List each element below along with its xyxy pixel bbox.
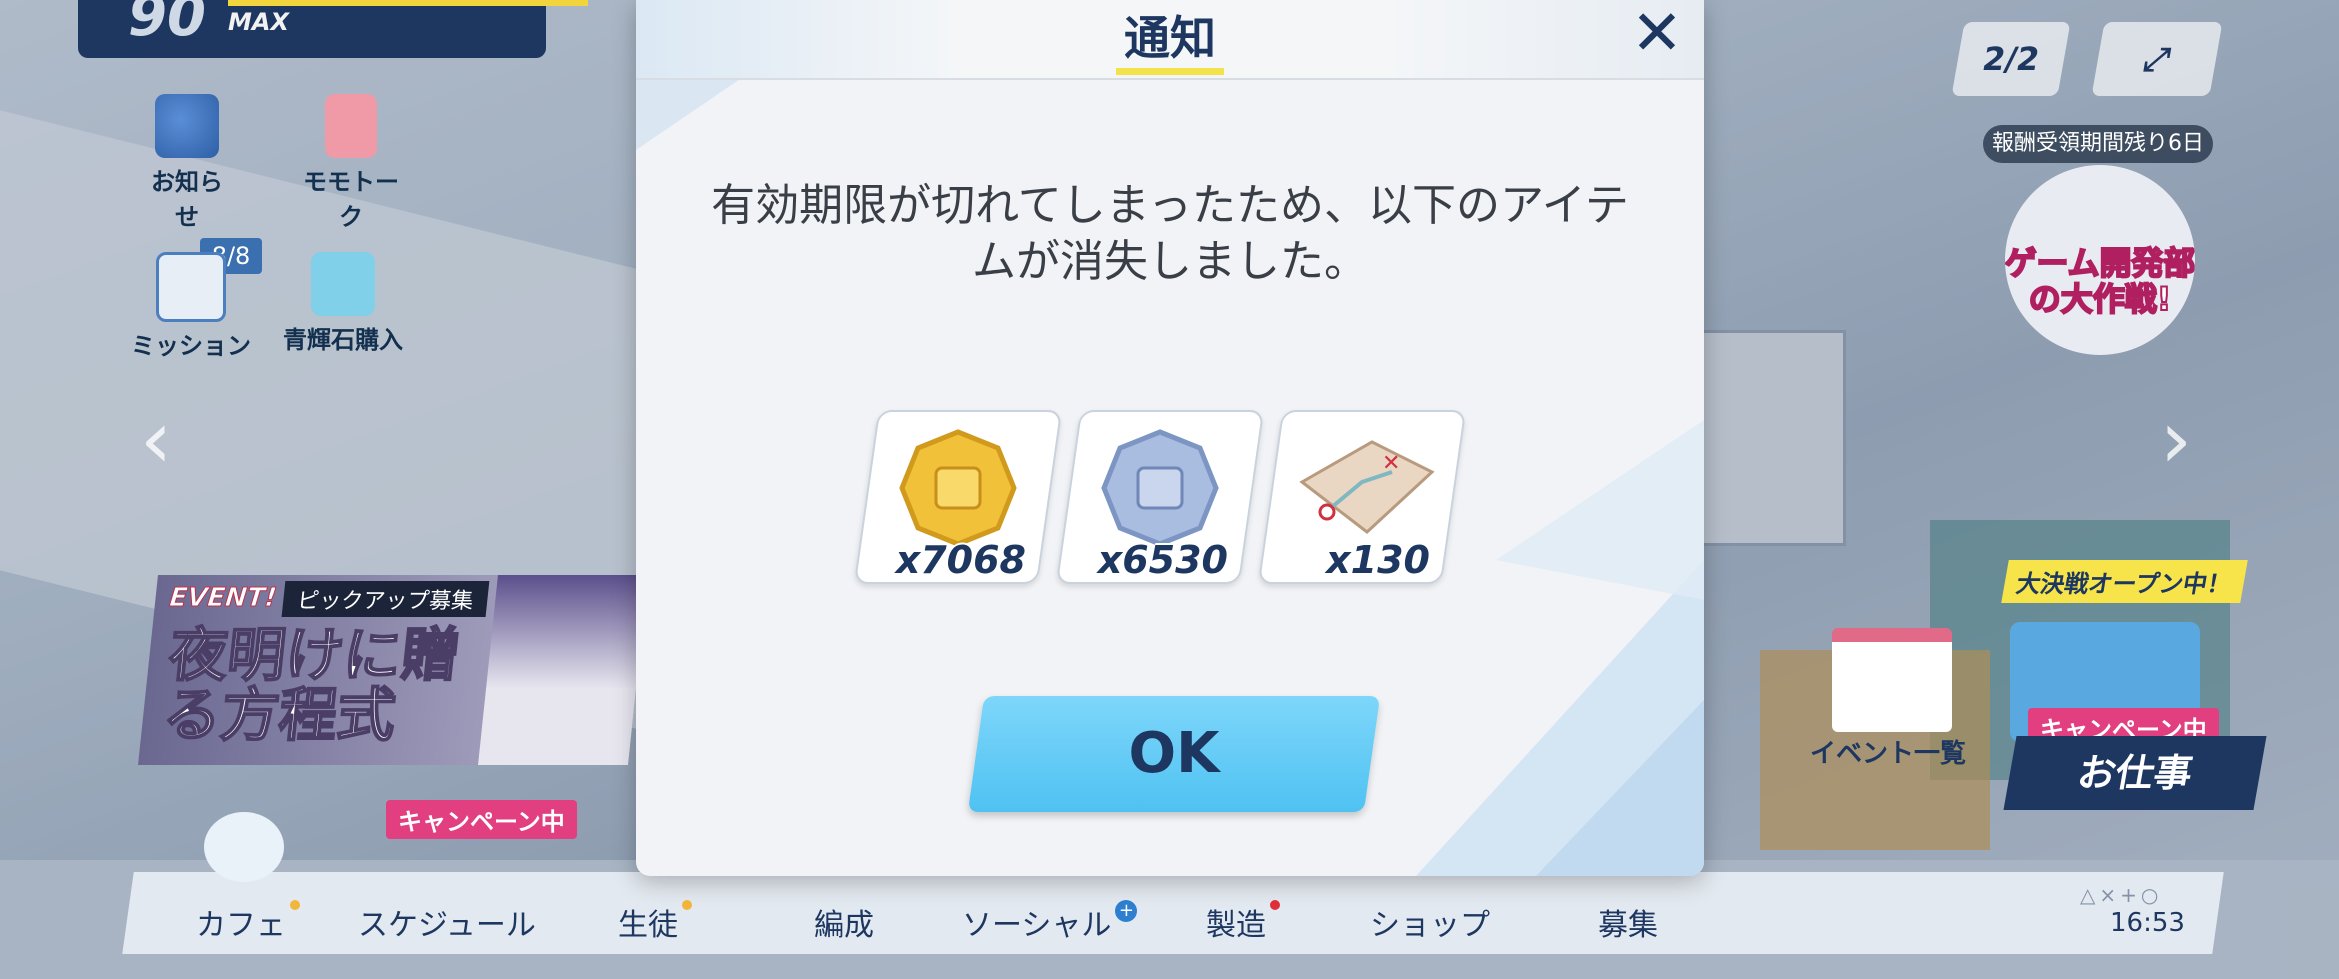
item-quantity: x130 xyxy=(1326,538,1430,582)
item-quantity: x7068 xyxy=(895,538,1026,582)
expand-icon: ⤢ xyxy=(2140,40,2174,78)
dialog-title: 通知 xyxy=(1124,11,1216,65)
exp-bar xyxy=(228,0,588,6)
arrow-left-icon[interactable]: ‹ xyxy=(140,400,180,480)
clock: 16:53 xyxy=(2110,908,2185,938)
nav-formation[interactable]: 編成 xyxy=(814,900,874,944)
mission-button[interactable]: ミッション xyxy=(126,252,256,361)
plus-icon: + xyxy=(1115,900,1138,922)
fullscreen-button[interactable]: ⤢ xyxy=(2091,22,2223,96)
ok-label: OK xyxy=(1128,721,1220,786)
close-icon[interactable]: ✕ xyxy=(1626,2,1688,64)
schedule-campaign-tag: キャンペーン中 xyxy=(386,800,577,839)
shopping-bag-icon xyxy=(311,252,375,316)
event-tag: EVENT! xyxy=(167,583,279,614)
event-banner[interactable]: EVENT! ピックアップ募集 夜明けに贈る方程式 xyxy=(138,575,648,765)
nav-cafe[interactable]: カフェ xyxy=(196,900,300,944)
item-card[interactable]: ✕ x130 xyxy=(1257,410,1467,584)
nav-crafting-label: 製造 xyxy=(1206,908,1266,943)
calendar-icon[interactable] xyxy=(1832,628,1952,732)
notification-dot xyxy=(682,900,692,910)
decisive-battle-tag: 大決戦オープン中！ xyxy=(2001,560,2248,603)
nav-schedule-label: スケジュール xyxy=(358,908,536,943)
ok-button[interactable]: OK xyxy=(967,696,1381,812)
level-panel: 90 MAX xyxy=(78,0,588,58)
notice-label: お知らせ xyxy=(151,168,223,231)
pyroxene-label: 青輝石購入 xyxy=(283,326,403,354)
item-card[interactable]: x7068 xyxy=(853,410,1063,584)
notice-button[interactable]: お知らせ xyxy=(142,94,232,232)
svg-text:✕: ✕ xyxy=(1382,451,1400,476)
nav-formation-label: 編成 xyxy=(814,908,874,943)
reward-period-tag: 報酬受領期間残り6日 xyxy=(1983,125,2213,163)
item-card[interactable]: x6530 xyxy=(1055,410,1265,584)
pyroxene-shop-button[interactable]: 青輝石購入 xyxy=(278,252,408,355)
nav-students-label: 生徒 xyxy=(618,908,678,943)
nav-crafting[interactable]: 製造 xyxy=(1206,900,1280,944)
phone-icon xyxy=(325,94,377,158)
controller-symbols: △×+○ xyxy=(2080,883,2163,907)
nav-students[interactable]: 生徒 xyxy=(618,900,692,944)
notification-dot xyxy=(290,900,300,910)
arrow-right-icon[interactable]: › xyxy=(2160,400,2200,480)
nav-shop[interactable]: ショップ xyxy=(1370,900,1490,944)
nav-schedule[interactable]: スケジュール xyxy=(358,900,536,944)
pickup-tag: ピックアップ募集 xyxy=(281,581,490,617)
item-quantity: x6530 xyxy=(1097,538,1228,582)
event-list-label[interactable]: イベント一覧 xyxy=(1810,733,1966,770)
notification-dot xyxy=(1270,900,1280,910)
momotalk-label: モモトーク xyxy=(303,168,399,231)
nav-recruit[interactable]: 募集 xyxy=(1598,900,1658,944)
momotalk-button[interactable]: モモトーク xyxy=(296,94,406,232)
level-max-label: MAX xyxy=(228,8,289,36)
event-title: 夜明けに贈る方程式 xyxy=(159,620,464,750)
notice-dialog: 通知 ✕ 有効期限が切れてしまったため、以下のアイテムが消失しました。 x706… xyxy=(636,0,1704,876)
job-button[interactable]: お仕事 xyxy=(2003,736,2267,810)
character-portrait xyxy=(478,575,648,765)
mission-label: ミッション xyxy=(131,332,251,360)
banner-title: ゲーム開発部の大作戦! xyxy=(2005,244,2195,318)
nav-social-label: ソーシャル xyxy=(962,908,1112,943)
game-dev-banner[interactable]: ゲーム開発部の大作戦! xyxy=(2005,165,2195,355)
nav-shop-label: ショップ xyxy=(1370,908,1490,943)
cafe-cup-icon xyxy=(204,812,284,882)
megaphone-icon xyxy=(155,94,219,158)
level-number: 90 xyxy=(128,0,206,49)
nav-cafe-label: カフェ xyxy=(196,908,286,943)
dialog-message: 有効期限が切れてしまったため、以下のアイテムが消失しました。 xyxy=(711,180,1629,287)
checklist-icon xyxy=(156,252,226,322)
nav-recruit-label: 募集 xyxy=(1598,908,1658,943)
nav-social[interactable]: ソーシャル + xyxy=(962,900,1138,944)
page-indicator-button[interactable]: 2/2 xyxy=(1951,22,2071,96)
title-underline xyxy=(1116,68,1224,75)
